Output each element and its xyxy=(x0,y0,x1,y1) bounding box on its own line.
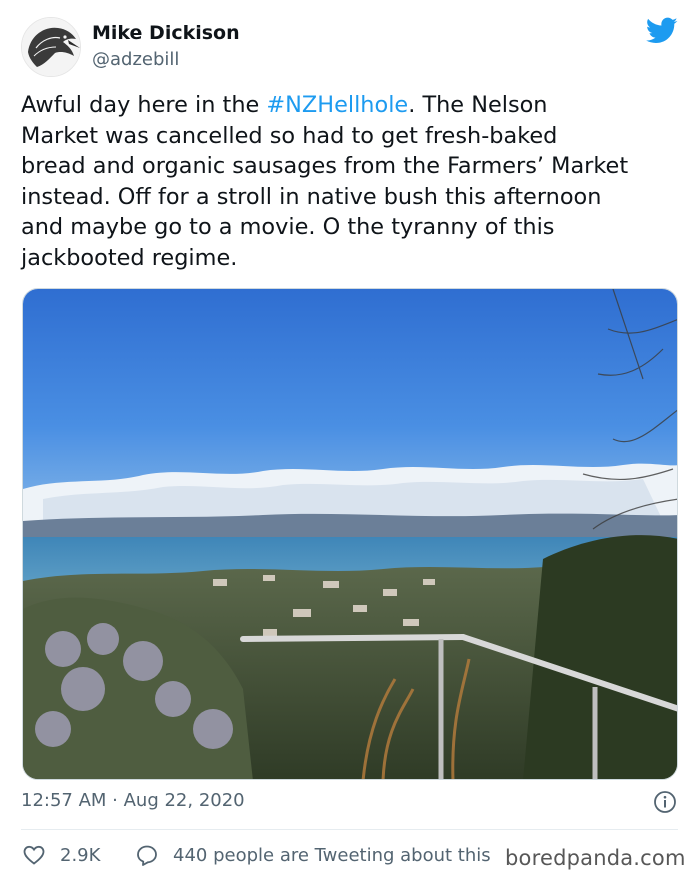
like-button[interactable]: 2.9K xyxy=(22,843,100,867)
tweet-text-part: Awful day here in the xyxy=(21,92,267,118)
avatar[interactable] xyxy=(21,17,81,77)
twitter-bird-icon[interactable] xyxy=(645,17,678,45)
tweet-text: Awful day here in the #NZHellhole. The N… xyxy=(21,90,686,273)
author-handle[interactable]: @adzebill xyxy=(92,49,179,70)
divider xyxy=(21,829,678,830)
tweet-line: Market was cancelled so had to get fresh… xyxy=(21,122,558,149)
like-count: 2.9K xyxy=(60,844,101,866)
tweet-line: jackbooted regime. xyxy=(21,244,238,271)
tweet-card: Mike Dickison @adzebill Awful day here i… xyxy=(0,0,700,882)
tweet-text-part: . The Nelson xyxy=(408,92,548,118)
watermark: boredpanda.com xyxy=(505,846,686,870)
author-name[interactable]: Mike Dickison xyxy=(92,22,240,44)
tweet-line: bread and organic sausages from the Farm… xyxy=(21,153,629,179)
tweet-line: instead. Off for a stroll in native bush… xyxy=(21,183,602,210)
reply-button[interactable]: 440 people are Tweeting about this xyxy=(135,843,491,867)
heart-icon xyxy=(23,845,45,865)
tweet-photo[interactable] xyxy=(22,288,678,780)
hashtag-link[interactable]: #NZHellhole xyxy=(266,92,408,118)
tweet-line: and maybe go to a movie. O the tyranny o… xyxy=(21,214,555,240)
info-icon[interactable] xyxy=(653,790,677,814)
tweet-timestamp[interactable]: 12:57 AM · Aug 22, 2020 xyxy=(21,790,245,811)
reply-label: 440 people are Tweeting about this xyxy=(173,844,491,866)
tweet-line: Awful day here in the #NZHellhole. The N… xyxy=(21,90,686,121)
speech-bubble-icon xyxy=(137,845,157,866)
